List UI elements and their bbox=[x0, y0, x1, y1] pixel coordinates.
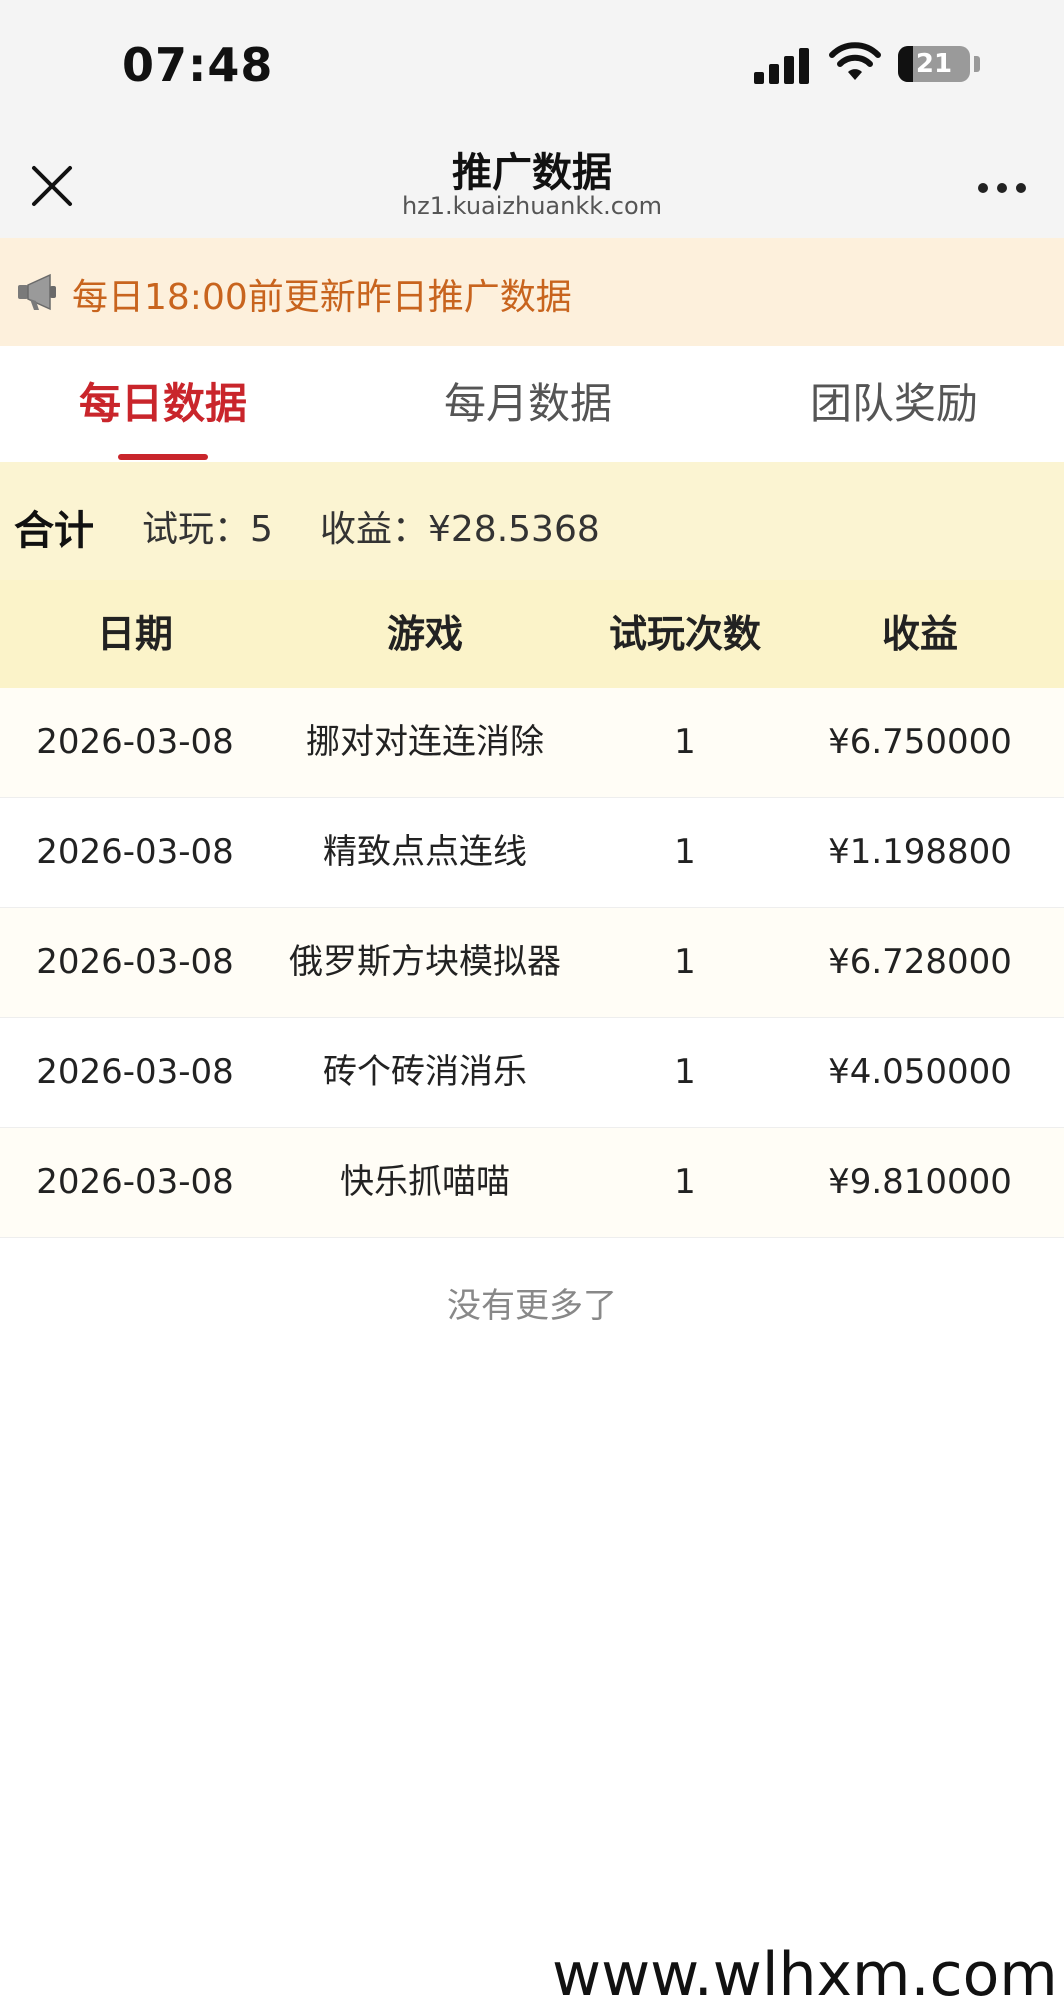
cell-game: 砖个砖消消乐 bbox=[323, 1052, 527, 1092]
cell-income: ¥9.810000 bbox=[828, 1162, 1012, 1202]
column-header-income: 收益 bbox=[881, 612, 958, 656]
megaphone-icon bbox=[18, 273, 56, 311]
nav-bar: 推广数据 hz1.kuaizhuankk.com bbox=[0, 130, 1064, 238]
column-header-date: 日期 bbox=[96, 612, 173, 656]
tab-bar: 每日数据 每月数据 团队奖励 bbox=[0, 346, 1064, 462]
cell-date: 2026-03-08 bbox=[36, 832, 234, 872]
table-row: 2026-03-08 俄罗斯方块模拟器 1 ¥6.728000 bbox=[0, 908, 1064, 1018]
page-url: hz1.kuaizhuankk.com bbox=[401, 192, 663, 220]
notice-text: 每日18:00前更新昨日推广数据 bbox=[72, 277, 572, 318]
active-tab-indicator bbox=[118, 454, 208, 460]
cell-game: 精致点点连线 bbox=[323, 832, 527, 872]
summary-income: 收益：¥28.5368 bbox=[320, 509, 600, 550]
status-bar: 07:48 21 bbox=[0, 0, 1064, 130]
cell-game: 俄罗斯方块模拟器 bbox=[289, 942, 561, 982]
page-title: 推广数据 bbox=[452, 150, 612, 196]
summary-label: 合计 bbox=[14, 508, 94, 554]
cell-plays: 1 bbox=[674, 1162, 696, 1202]
tab-daily-data[interactable]: 每日数据 bbox=[0, 346, 326, 462]
tab-team-reward[interactable]: 团队奖励 bbox=[736, 346, 1052, 462]
table-row: 2026-03-08 砖个砖消消乐 1 ¥4.050000 bbox=[0, 1018, 1064, 1128]
more-options-icon[interactable] bbox=[974, 172, 1030, 202]
summary-trial-count: 试玩：5 bbox=[142, 509, 273, 550]
status-time: 07:48 bbox=[122, 38, 274, 92]
battery-icon: 21 bbox=[898, 46, 970, 82]
cell-game: 快乐抓喵喵 bbox=[340, 1162, 510, 1202]
battery-level: 21 bbox=[915, 49, 953, 79]
cell-income: ¥6.750000 bbox=[828, 722, 1012, 762]
cell-date: 2026-03-08 bbox=[36, 942, 234, 982]
cell-plays: 1 bbox=[674, 942, 696, 982]
battery-tip bbox=[974, 56, 980, 72]
notice-bar: 每日18:00前更新昨日推广数据 bbox=[0, 238, 1064, 346]
cell-plays: 1 bbox=[674, 722, 696, 762]
table-row: 2026-03-08 挪对对连连消除 1 ¥6.750000 bbox=[0, 688, 1064, 798]
cell-plays: 1 bbox=[674, 1052, 696, 1092]
cell-income: ¥1.198800 bbox=[828, 832, 1012, 872]
cell-date: 2026-03-08 bbox=[36, 722, 234, 762]
cell-income: ¥4.050000 bbox=[828, 1052, 1012, 1092]
watermark: www.wlhxm.com bbox=[552, 1940, 1058, 2010]
cellular-signal-icon bbox=[754, 46, 814, 84]
cell-income: ¥6.728000 bbox=[828, 942, 1012, 982]
table-row: 2026-03-08 快乐抓喵喵 1 ¥9.810000 bbox=[0, 1128, 1064, 1238]
cell-game: 挪对对连连消除 bbox=[306, 722, 544, 762]
cell-plays: 1 bbox=[674, 832, 696, 872]
tab-monthly-data[interactable]: 每月数据 bbox=[370, 346, 686, 462]
wifi-icon bbox=[829, 42, 881, 80]
table-row: 2026-03-08 精致点点连线 1 ¥1.198800 bbox=[0, 798, 1064, 908]
cell-date: 2026-03-08 bbox=[36, 1162, 234, 1202]
summary-bar: 合计 试玩：5 收益：¥28.5368 bbox=[0, 462, 1064, 581]
table-header: 日期 游戏 试玩次数 收益 bbox=[0, 580, 1064, 688]
no-more-text: 没有更多了 bbox=[447, 1286, 617, 1326]
column-header-game: 游戏 bbox=[386, 612, 463, 656]
column-header-plays: 试玩次数 bbox=[608, 612, 761, 656]
cell-date: 2026-03-08 bbox=[36, 1052, 234, 1092]
table-body: 2026-03-08 挪对对连连消除 1 ¥6.750000 2026-03-0… bbox=[0, 688, 1064, 1238]
